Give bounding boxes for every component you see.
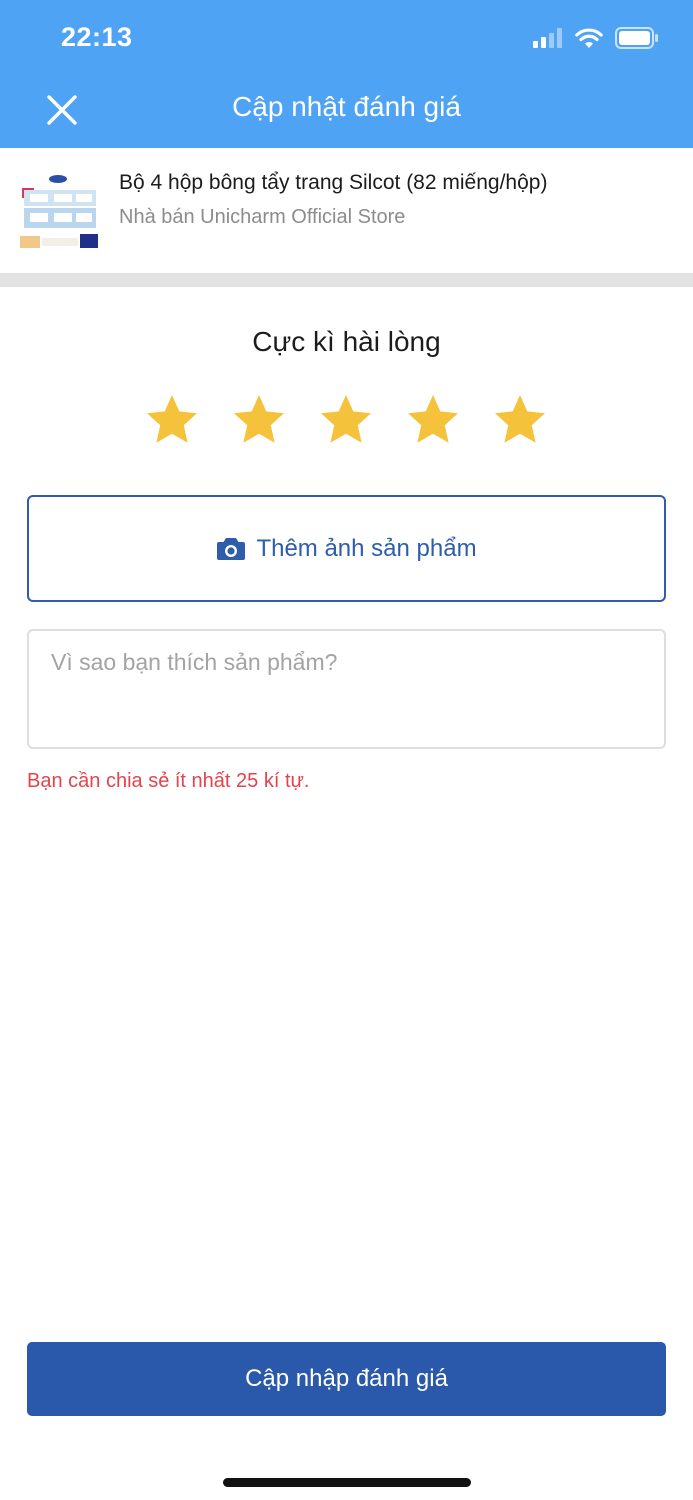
submit-review-button[interactable]: Cập nhập đánh giá: [27, 1342, 666, 1416]
page-title: Cập nhật đánh giá: [232, 91, 461, 122]
wifi-icon: [575, 27, 603, 48]
star-icon-1[interactable]: [143, 392, 201, 450]
star-icon-5[interactable]: [491, 392, 549, 450]
signal-icon: [533, 28, 562, 48]
validation-error: Bạn cần chia sẻ ít nhất 25 kí tự.: [27, 770, 310, 792]
product-thumbnail: [18, 172, 100, 250]
section-divider: [0, 273, 693, 287]
app-header: 22:13 Cập nhật đánh giá: [0, 0, 693, 148]
star-rating: [143, 392, 553, 450]
star-icon-3[interactable]: [317, 392, 375, 450]
home-indicator: [223, 1478, 471, 1487]
rating-label: Cực kì hài lòng: [252, 326, 441, 357]
status-icons: [533, 26, 659, 50]
add-photo-button[interactable]: Thêm ảnh sản phẩm: [27, 495, 666, 602]
add-photo-label: Thêm ảnh sản phẩm: [256, 534, 477, 562]
star-icon-4[interactable]: [404, 392, 462, 450]
status-time: 22:13: [61, 22, 133, 52]
review-input[interactable]: [27, 629, 666, 749]
product-name: Bộ 4 hộp bông tẩy trang Silcot (82 miếng…: [119, 171, 548, 194]
submit-review-label: Cập nhập đánh giá: [245, 1365, 448, 1392]
star-icon-2[interactable]: [230, 392, 288, 450]
seller-name: Nhà bán Unicharm Official Store: [119, 206, 406, 228]
camera-icon: [217, 537, 246, 560]
battery-icon: [615, 27, 658, 49]
